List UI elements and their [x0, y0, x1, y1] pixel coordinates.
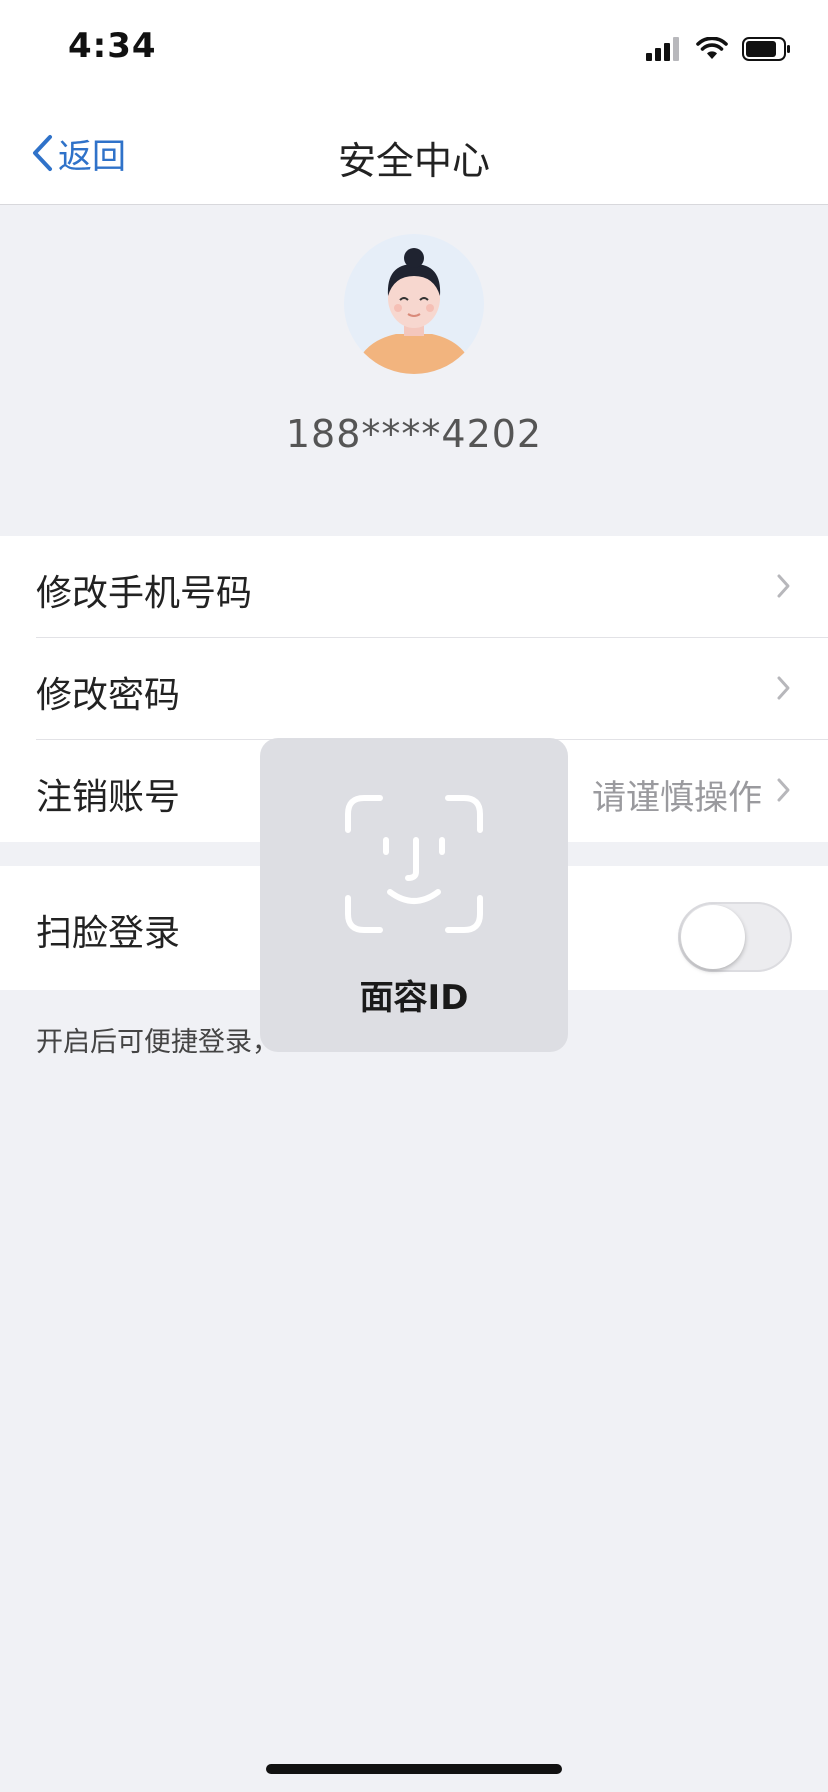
status-bar: 4:34 — [0, 0, 828, 100]
face-login-toggle[interactable] — [678, 902, 792, 972]
status-time: 4:34 — [68, 26, 157, 66]
phone-number: 188****4202 — [285, 412, 543, 456]
row-label: 修改密码 — [36, 675, 181, 716]
faceid-label: 面容ID — [359, 978, 469, 1018]
faceid-overlay: 面容ID — [260, 738, 568, 1052]
wifi-icon — [696, 37, 728, 59]
row-hint: 请谨慎操作 — [592, 778, 762, 818]
avatar[interactable] — [344, 234, 484, 374]
screen: 4:34 返回 安全中心 188****4202 修改手机号码 修改密码 注销账… — [0, 0, 828, 1792]
row-change-phone[interactable]: 修改手机号码 — [0, 536, 828, 638]
home-indicator[interactable] — [266, 1764, 562, 1774]
row-change-password[interactable]: 修改密码 — [0, 638, 828, 740]
face-id-icon — [345, 795, 483, 933]
row-label: 注销账号 — [36, 777, 181, 818]
footnote: 开启后可便捷登录， — [36, 1027, 279, 1058]
chevron-right-icon — [777, 778, 790, 802]
toggle-knob — [681, 905, 745, 969]
battery-icon — [742, 37, 790, 61]
row-label: 修改手机号码 — [36, 573, 253, 614]
row-label: 扫脸登录 — [36, 913, 181, 954]
chevron-right-icon — [777, 574, 790, 598]
status-icons — [646, 34, 792, 64]
cellular-signal-icon — [646, 37, 679, 61]
page-title: 安全中心 — [337, 139, 490, 183]
chevron-right-icon — [777, 676, 790, 700]
nav-bar: 返回 安全中心 — [0, 100, 828, 205]
